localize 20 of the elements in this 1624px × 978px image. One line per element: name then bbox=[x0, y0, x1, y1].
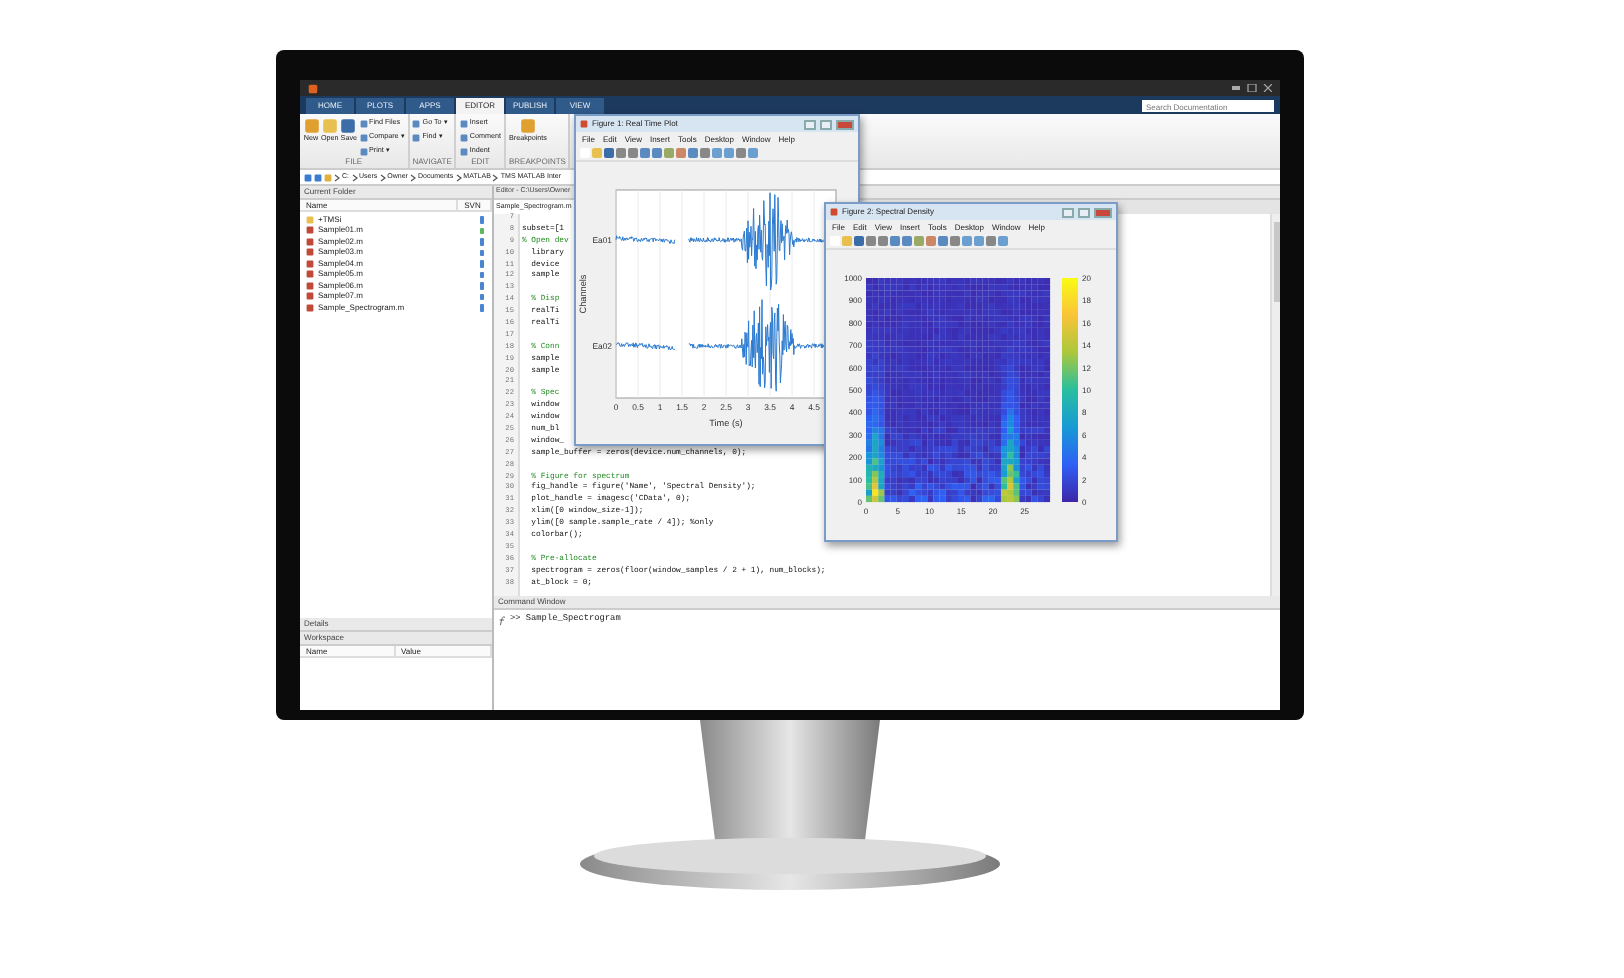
function-icon bbox=[498, 616, 506, 626]
maximize-button[interactable] bbox=[820, 119, 832, 129]
maximize-button[interactable] bbox=[1078, 207, 1090, 217]
minimize-button[interactable] bbox=[1062, 207, 1074, 217]
chevron-icon bbox=[334, 173, 340, 181]
chevron-icon bbox=[351, 173, 357, 181]
app-logo-icon bbox=[308, 83, 318, 93]
scrollbar[interactable] bbox=[1270, 214, 1280, 596]
chevron-icon bbox=[455, 173, 462, 181]
chevron-icon bbox=[409, 173, 416, 181]
close-button[interactable] bbox=[1094, 207, 1112, 217]
minimize-button[interactable] bbox=[804, 119, 816, 129]
toolstrip-icon bbox=[519, 118, 536, 134]
figure-icon bbox=[580, 120, 588, 128]
close-button[interactable] bbox=[836, 119, 854, 129]
folder-icon bbox=[324, 173, 332, 181]
window-controls-icon bbox=[1232, 84, 1272, 92]
figure-icon bbox=[830, 208, 838, 216]
chevron-icon bbox=[492, 173, 499, 181]
chevron-icon bbox=[379, 173, 386, 181]
